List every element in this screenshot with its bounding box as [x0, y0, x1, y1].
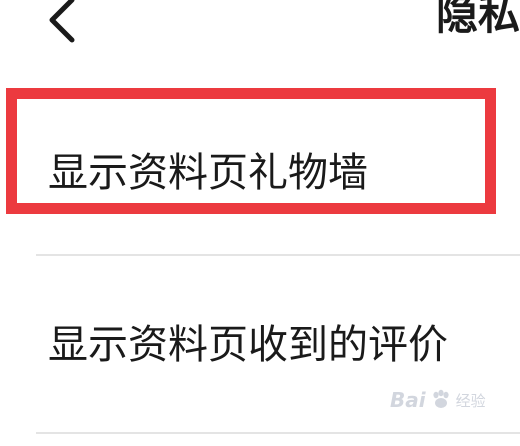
- setting-row-show-gift-wall[interactable]: 显示资料页礼物墙: [0, 100, 520, 250]
- setting-label: 显示资料页礼物墙: [48, 150, 368, 196]
- setting-label: 显示资料页收到的评价: [48, 322, 448, 368]
- chevron-left-icon: [49, 0, 75, 43]
- back-button[interactable]: [38, 0, 88, 44]
- top-bar: 隐私: [0, 0, 520, 62]
- divider: [36, 432, 520, 434]
- setting-row-show-received-reviews[interactable]: 显示资料页收到的评价: [0, 256, 520, 430]
- page-title: 隐私: [436, 0, 520, 39]
